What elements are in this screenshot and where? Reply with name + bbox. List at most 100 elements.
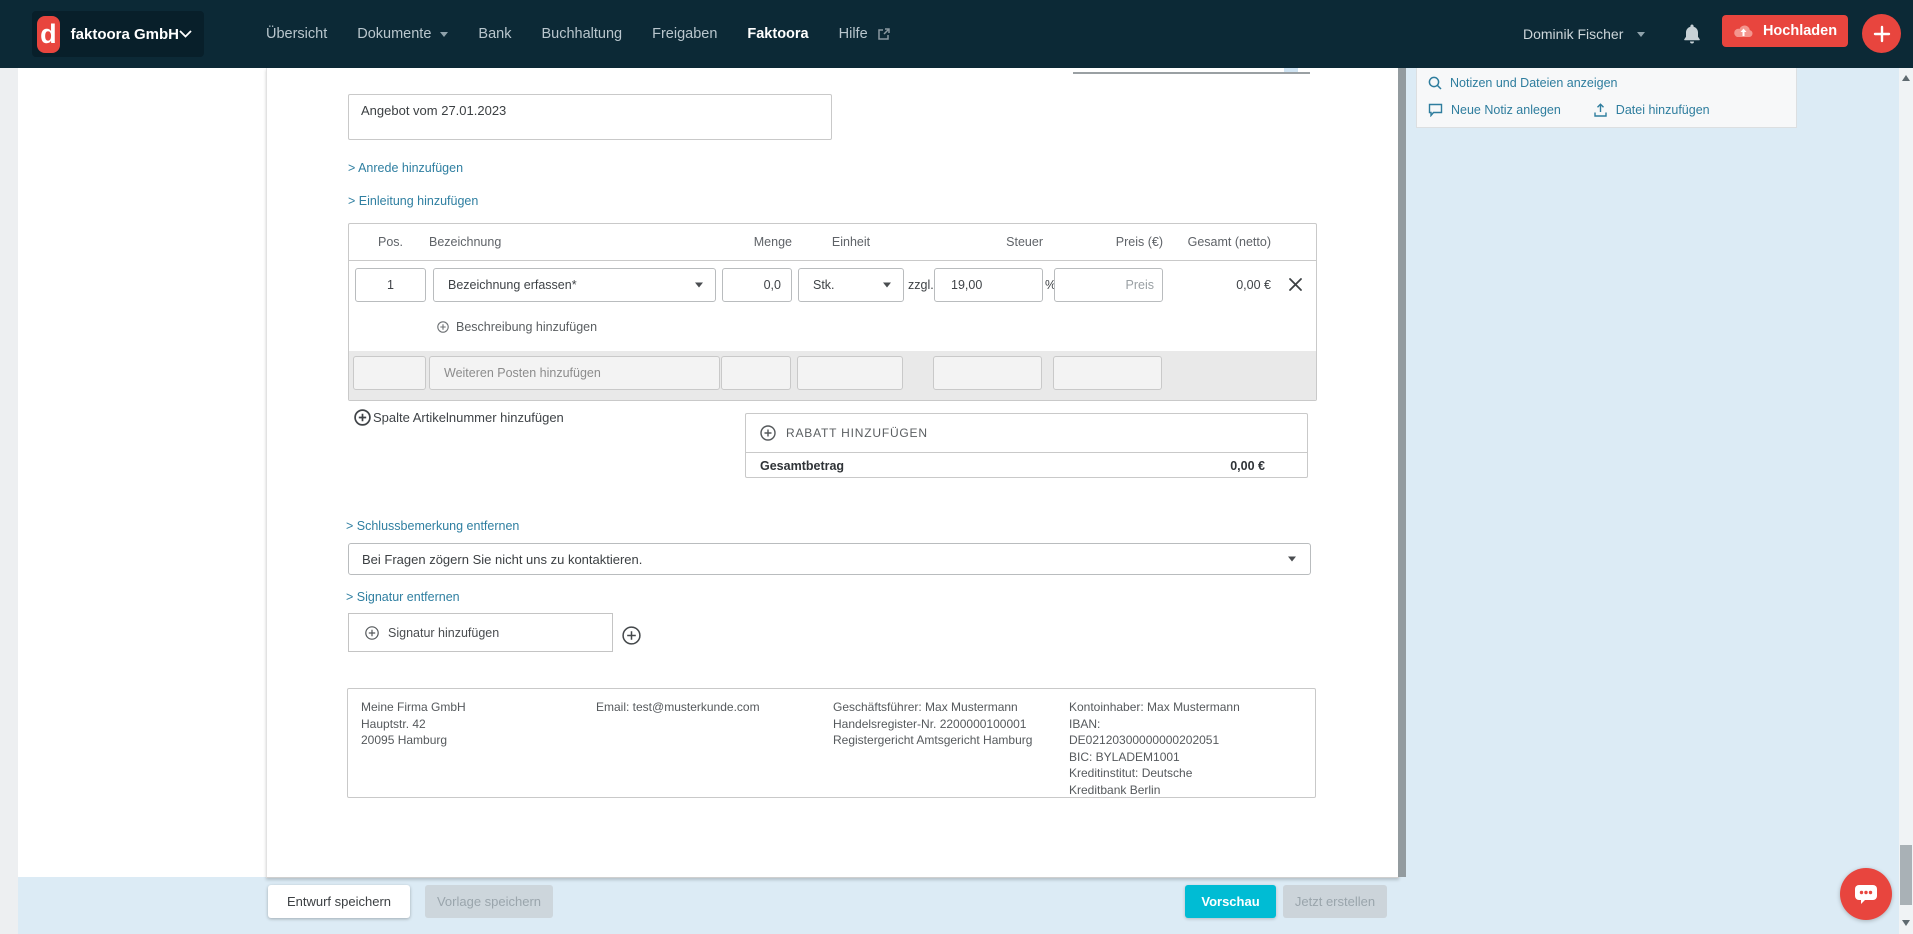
plus-circle-icon xyxy=(760,425,776,441)
ghost-row: Weiteren Posten hinzufügen xyxy=(349,351,1316,400)
plus-circle-icon xyxy=(437,321,449,333)
upload-button[interactable]: Hochladen xyxy=(1722,15,1848,47)
left-gutter xyxy=(0,68,18,934)
line-total-value: 0,00 € xyxy=(1161,268,1271,302)
col-header-steuer: Steuer xyxy=(934,224,1043,260)
remove-row-icon[interactable] xyxy=(1288,277,1303,292)
nav-freigaben[interactable]: Freigaben xyxy=(652,26,717,42)
top-navbar: d faktoora GmbH Übersicht Dokumente Bank… xyxy=(0,0,1913,68)
add-description-link[interactable]: Beschreibung hinzufügen xyxy=(437,318,597,335)
upload-file-icon xyxy=(1593,103,1608,118)
nav-bank[interactable]: Bank xyxy=(478,26,511,42)
header-separator xyxy=(349,260,1316,261)
col-header-menge: Menge xyxy=(722,224,792,260)
ghost-unit-box[interactable] xyxy=(797,356,903,390)
user-menu[interactable]: Dominik Fischer xyxy=(1523,0,1645,68)
pos-input[interactable] xyxy=(355,268,426,302)
company-name: faktoora GmbH xyxy=(71,26,179,43)
footer-address-column: Meine Firma GmbH Hauptstr. 42 20095 Hamb… xyxy=(361,699,466,749)
right-background xyxy=(1406,68,1899,934)
add-signature-plus-button[interactable] xyxy=(622,626,641,645)
ghost-price-box[interactable] xyxy=(1053,356,1162,390)
company-switcher[interactable]: d faktoora GmbH xyxy=(32,11,204,57)
ghost-tax-box[interactable] xyxy=(933,356,1042,390)
nav-hilfe-label: Hilfe xyxy=(839,26,868,42)
add-signature-box[interactable]: Signatur hinzufügen xyxy=(348,613,613,652)
zzgl-label: zzgl. xyxy=(908,268,934,302)
add-discount-label: RABATT HINZUFÜGEN xyxy=(786,426,928,440)
card-scrollbar-thumb[interactable] xyxy=(1398,68,1406,877)
add-discount-button[interactable]: RABATT HINZUFÜGEN xyxy=(746,414,1307,453)
description-select[interactable]: Bezeichnung erfassen* xyxy=(433,268,716,302)
notes-panel: Notizen und Dateien anzeigen Neue Notiz … xyxy=(1416,68,1797,128)
add-intro-link[interactable]: > Einleitung hinzufügen xyxy=(348,194,478,208)
cloud-upload-icon xyxy=(1733,24,1754,39)
chevron-down-icon xyxy=(179,30,192,38)
company-footer: Meine Firma GmbH Hauptstr. 42 20095 Hamb… xyxy=(347,688,1316,798)
add-article-column-label: Spalte Artikelnummer hinzufügen xyxy=(373,410,564,425)
create-now-button[interactable]: Jetzt erstellen xyxy=(1283,885,1387,918)
faktoora-logo: d xyxy=(37,16,60,53)
save-draft-button[interactable]: Entwurf speichern xyxy=(268,885,410,918)
discount-total-box: RABATT HINZUFÜGEN Gesamtbetrag 0,00 € xyxy=(745,413,1308,478)
nav-buchhaltung[interactable]: Buchhaltung xyxy=(541,26,622,42)
add-new-button[interactable] xyxy=(1862,14,1901,53)
tax-input[interactable] xyxy=(934,268,1043,302)
show-notes-label: Notizen und Dateien anzeigen xyxy=(1450,76,1617,90)
scroll-up-arrow-icon[interactable] xyxy=(1902,75,1910,81)
closing-remark-select[interactable]: Bei Fragen zögern Sie nicht uns zu konta… xyxy=(348,543,1311,575)
search-icon xyxy=(1428,76,1442,90)
user-name: Dominik Fischer xyxy=(1523,26,1623,42)
add-file-label: Datei hinzufügen xyxy=(1616,103,1710,117)
chat-support-button[interactable] xyxy=(1840,868,1892,920)
save-template-button[interactable]: Vorlage speichern xyxy=(425,885,553,918)
caret-down-icon xyxy=(695,283,703,288)
plus-circle-icon xyxy=(365,626,379,640)
chevron-down-icon xyxy=(1637,32,1645,37)
caret-down-icon xyxy=(883,283,891,288)
footer-bank-column: Kontoinhaber: Max Mustermann IBAN: DE021… xyxy=(1069,699,1247,798)
description-select-value: Bezeichnung erfassen* xyxy=(448,278,577,292)
card-scrollbar[interactable] xyxy=(1398,68,1406,877)
cutoff-field-border xyxy=(1073,72,1310,74)
upload-button-label: Hochladen xyxy=(1763,23,1837,39)
nav-faktoora[interactable]: Faktoora xyxy=(747,26,808,42)
remove-closing-link[interactable]: > Schlussbemerkung entfernen xyxy=(346,519,519,533)
new-note-link[interactable]: Neue Notiz anlegen xyxy=(1428,103,1561,117)
quantity-input[interactable] xyxy=(722,268,792,302)
price-input[interactable] xyxy=(1054,268,1163,302)
external-link-icon xyxy=(877,27,891,41)
scroll-down-arrow-icon[interactable] xyxy=(1902,920,1910,926)
unit-select[interactable]: Stk. xyxy=(798,268,904,302)
notifications-bell-icon[interactable] xyxy=(1682,23,1702,50)
remove-signature-link[interactable]: > Signatur entfernen xyxy=(346,590,460,604)
page-scrollbar-thumb[interactable] xyxy=(1900,845,1912,905)
add-signature-label: Signatur hinzufügen xyxy=(388,626,499,640)
page-scrollbar[interactable] xyxy=(1899,68,1913,934)
subject-input[interactable]: Angebot vom 27.01.2023 xyxy=(348,94,832,140)
nav-uebersicht[interactable]: Übersicht xyxy=(266,26,327,42)
main-nav: Übersicht Dokumente Bank Buchhaltung Fre… xyxy=(266,0,921,68)
chevron-down-icon xyxy=(440,32,448,37)
unit-select-value: Stk. xyxy=(813,278,835,292)
new-note-label: Neue Notiz anlegen xyxy=(1451,103,1561,117)
add-salutation-link[interactable]: > Anrede hinzufügen xyxy=(348,161,463,175)
caret-down-icon xyxy=(1288,557,1296,562)
ghost-quantity-box[interactable] xyxy=(721,356,791,390)
add-item-box[interactable]: Weiteren Posten hinzufügen xyxy=(429,356,720,390)
add-description-label: Beschreibung hinzufügen xyxy=(456,320,597,334)
notes-panel-row1: Notizen und Dateien anzeigen xyxy=(1428,71,1617,95)
add-file-link[interactable]: Datei hinzufügen xyxy=(1593,103,1710,118)
app-root: d faktoora GmbH Übersicht Dokumente Bank… xyxy=(0,0,1913,934)
ghost-pos-box[interactable] xyxy=(353,356,426,390)
show-notes-link[interactable]: Notizen und Dateien anzeigen xyxy=(1428,76,1617,90)
nav-dokumente[interactable]: Dokumente xyxy=(357,26,448,42)
plus-icon xyxy=(1873,25,1891,43)
nav-hilfe[interactable]: Hilfe xyxy=(839,26,891,42)
chat-bubble-icon xyxy=(1852,881,1880,907)
add-article-column-link[interactable]: Spalte Artikelnummer hinzufügen xyxy=(354,407,564,427)
total-label: Gesamtbetrag xyxy=(760,459,844,473)
line-items-table: Pos. Bezeichnung Menge Einheit Steuer Pr… xyxy=(348,223,1317,401)
nav-dokumente-label: Dokumente xyxy=(357,26,431,42)
preview-button[interactable]: Vorschau xyxy=(1185,885,1276,918)
